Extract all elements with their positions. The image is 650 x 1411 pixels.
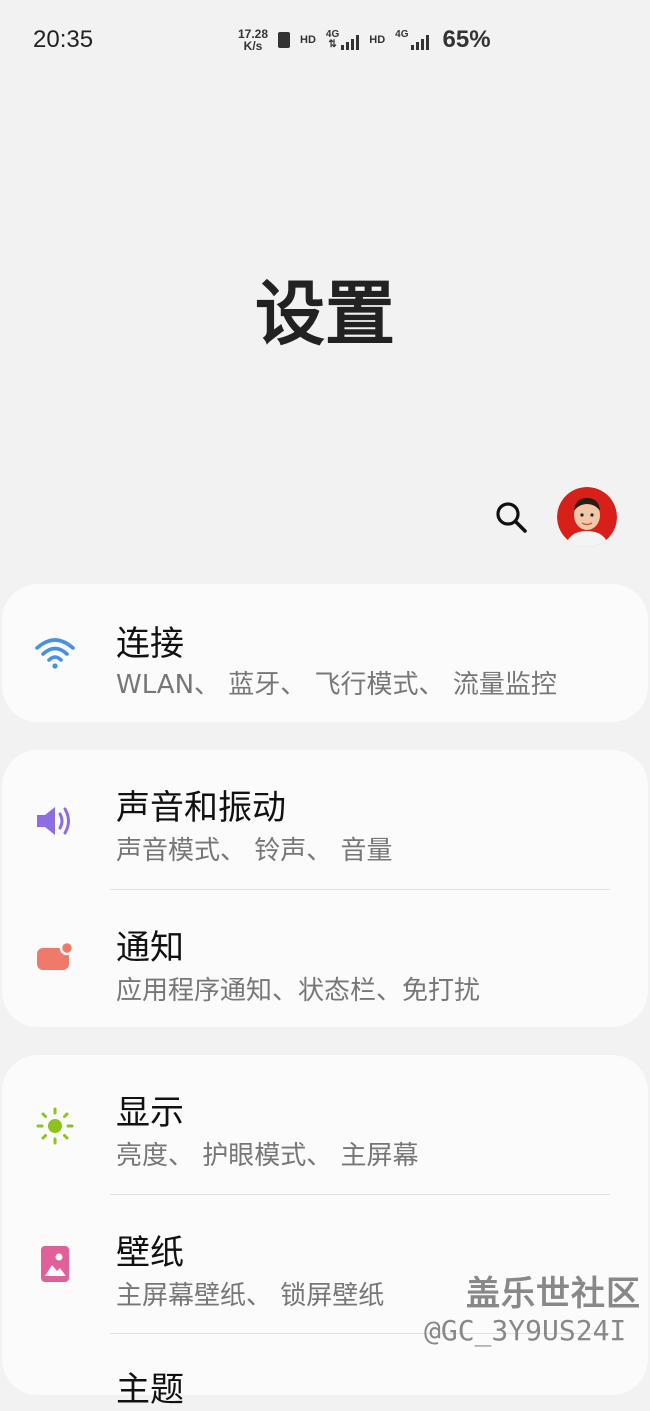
network-speed-unit: K/s [243,39,263,53]
settings-item-sound[interactable]: 声音和振动 声音模式、 铃声、 音量 [2,750,648,889]
wallpaper-title: 壁纸 [116,1233,184,1273]
settings-item-notifications[interactable]: 通知 应用程序通知、状态栏、免打扰 [2,890,648,1027]
data-arrows-icon: ⇅ [328,39,337,50]
notification-icon [34,936,76,978]
sun-icon [34,1105,76,1147]
themes-title: 主题 [116,1370,184,1410]
display-subtitle: 亮度、 护眼模式、 主屏幕 [116,1141,419,1171]
avatar[interactable] [557,487,617,547]
status-icons: 17.28 K/s HD 4G ⇅ HD 4G 65% [238,22,491,58]
connections-title: 连接 [116,624,184,664]
wifi-icon [34,632,76,674]
hd-label-1: HD [300,34,316,46]
picture-icon [34,1243,76,1285]
status-bar: 20:35 17.28 K/s HD 4G ⇅ HD 4G 65% [0,0,650,80]
sound-notifications-card: 声音和振动 声音模式、 铃声、 音量 通知 应用程序通知、状态栏、免打扰 [2,750,648,1027]
search-icon[interactable] [494,500,528,534]
watermark-title: 盖乐世社区 [466,1274,641,1314]
connections-card: 连接 WLAN、 蓝牙、 飞行模式、 流量监控 [2,584,648,722]
sound-subtitle: 声音模式、 铃声、 音量 [116,836,393,866]
network-speed: 17.28 K/s [238,28,268,52]
signal-bars-1-icon [341,34,360,50]
status-time: 20:35 [33,26,94,53]
settings-item-display[interactable]: 显示 亮度、 护眼模式、 主屏幕 [2,1055,648,1194]
signal-1: 4G ⇅ [326,30,360,50]
wallpaper-subtitle: 主屏幕壁纸、 锁屏壁纸 [116,1281,385,1311]
speaker-icon [34,800,76,842]
sound-title: 声音和振动 [116,788,286,828]
display-title: 显示 [116,1093,184,1133]
settings-item-connections[interactable]: 连接 WLAN、 蓝牙、 飞行模式、 流量监控 [2,584,648,722]
battery-level: 65% [442,26,491,53]
sim-card-icon [278,32,291,48]
hd-label-2: HD [369,34,386,46]
page-title: 设置 [255,273,395,355]
notifications-subtitle: 应用程序通知、状态栏、免打扰 [116,976,481,1006]
watermark-handle: @GC_3Y9US24I [424,1314,627,1347]
notifications-title: 通知 [116,928,184,968]
signal-bars-2-icon [410,34,429,50]
signal-2: 4G [395,30,429,50]
connections-subtitle: WLAN、 蓝牙、 飞行模式、 流量监控 [116,670,557,700]
